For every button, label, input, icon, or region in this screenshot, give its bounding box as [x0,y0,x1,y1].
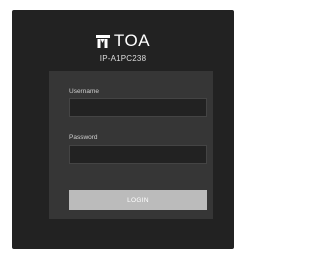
password-label: Password [69,134,98,141]
username-label: Username [69,88,99,95]
brand-header: TOA [12,32,234,50]
toa-logo-icon [95,34,110,48]
device-name: IP-A1PC238 [99,54,147,63]
login-panel: Username Password LOGIN [49,71,213,219]
login-button[interactable]: LOGIN [69,190,207,210]
password-input[interactable] [69,145,207,164]
logo-text: TOA [113,31,151,50]
username-input[interactable] [69,98,207,117]
login-window: TOA IP-A1PC238 Username Password LOGIN [12,10,234,249]
